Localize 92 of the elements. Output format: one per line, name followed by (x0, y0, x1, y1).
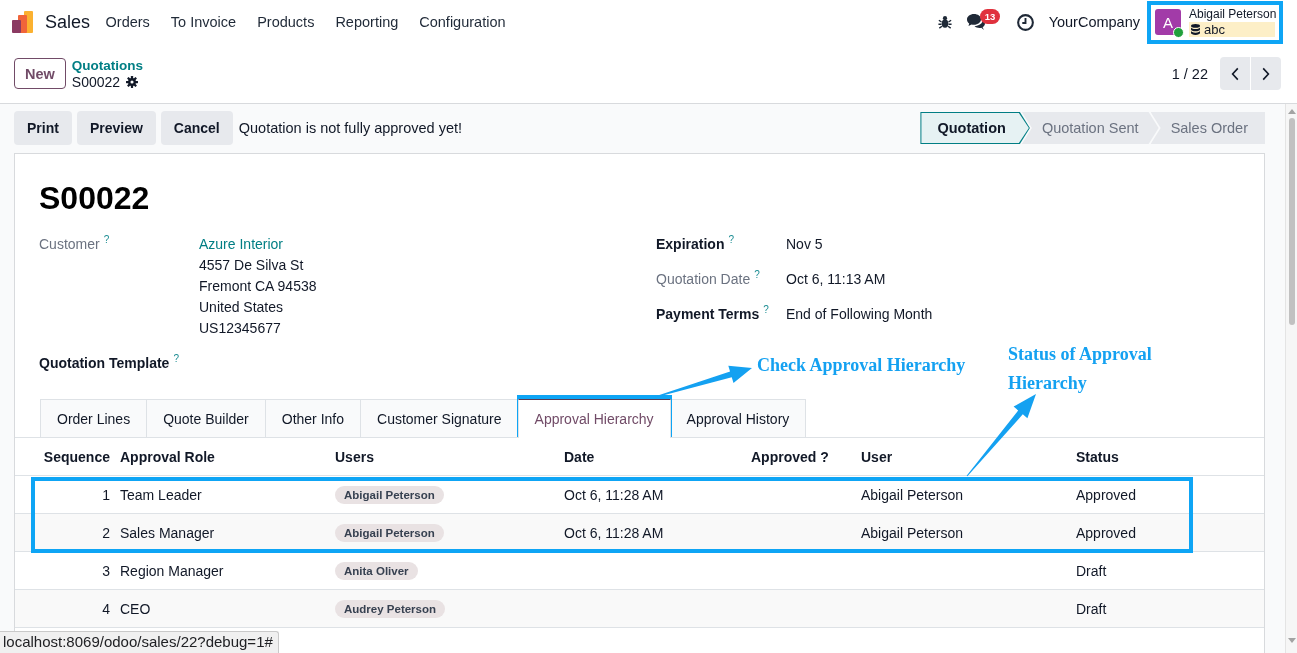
address-line: United States (199, 298, 284, 317)
user-name: Abigail Peterson (1189, 7, 1277, 22)
company-name[interactable]: YourCompany (1048, 14, 1140, 30)
help-mark[interactable]: ? (763, 304, 769, 316)
menu-item[interactable]: Products (246, 14, 325, 30)
tab[interactable]: Other Info (264, 399, 362, 437)
field-value[interactable]: Oct 6, 11:13 AM (786, 269, 886, 290)
database-icon (1191, 24, 1200, 35)
table-row[interactable]: 2 Sales Manager Abigail Peterson Oct 6, 11:28 AM Abigail Peterson Approved (15, 514, 1264, 552)
user-tag: Abigail Peterson (335, 523, 444, 542)
table-cell-text: Team Leader (119, 486, 203, 503)
next-button[interactable] (1251, 57, 1281, 90)
column-header[interactable]: Status (1071, 448, 1264, 465)
address-line: 4557 De Silva St (199, 256, 304, 275)
breadcrumb-link[interactable]: Quotations (71, 57, 144, 74)
user-tag: Anita Oliver (335, 561, 418, 580)
record-title: S00022 (39, 179, 150, 218)
preview-button[interactable]: Preview (76, 111, 156, 145)
status-url: localhost:8069/odoo/sales/22?debug=1# (0, 631, 279, 653)
table-cell-text: Draft (1075, 600, 1108, 617)
table-cell-text: 1 (101, 486, 111, 503)
scrollbar[interactable] (1285, 104, 1297, 653)
table-cell-text: Oct 6, 11:28 AM (563, 524, 665, 541)
tab[interactable]: Customer Signature (360, 399, 519, 437)
table-cell-text: Draft (1075, 562, 1108, 579)
stage-step[interactable]: Quotation Sent (1021, 112, 1159, 144)
new-button[interactable]: New (14, 58, 66, 89)
callout-text: Status of Approval Hierarchy (1008, 343, 1153, 395)
table-cell-text: Approved (1075, 524, 1137, 541)
table-cell-text: 2 (101, 524, 111, 541)
chevron-right-icon (1262, 66, 1270, 81)
user-avatar[interactable]: A (1155, 9, 1181, 35)
print-button[interactable]: Print (14, 111, 72, 145)
table-cell-text: 3 (101, 562, 111, 579)
help-mark[interactable]: ? (728, 234, 735, 246)
chevron-left-icon (1231, 66, 1239, 81)
stage-step[interactable]: Quotation (920, 112, 1030, 144)
column-header[interactable]: Approval Role (115, 448, 330, 465)
menu-item[interactable]: Configuration (408, 14, 516, 30)
user-tag: Abigail Peterson (335, 485, 444, 504)
column-header[interactable]: Date (559, 448, 746, 465)
field-label: Expiration (656, 235, 725, 254)
column-header[interactable]: User (856, 448, 1071, 465)
table-cell-text: Region Manager (119, 562, 225, 579)
bug-icon[interactable] (937, 15, 952, 29)
help-mark[interactable]: ? (103, 234, 110, 246)
help-mark[interactable]: ? (173, 353, 179, 365)
field-value[interactable]: End of Following Month (786, 304, 933, 325)
table-row[interactable]: 4 CEO Audrey Peterson Draft (15, 590, 1264, 628)
field-label: Payment Terms (656, 305, 760, 324)
column-header[interactable]: Approved ? (746, 448, 856, 465)
field-label: Customer (39, 235, 100, 254)
address-line: Fremont CA 94538 (199, 277, 317, 296)
table-cell-text: Sales Manager (119, 524, 216, 541)
message-count-badge: 13 (979, 9, 1001, 24)
field-value[interactable]: Nov 5 (786, 234, 823, 255)
pager-value[interactable]: 1 / 22 (1171, 65, 1208, 82)
table-cell-text: 4 (101, 600, 111, 617)
table-cell-text: CEO (119, 600, 152, 617)
tab[interactable]: Approval History (669, 399, 807, 437)
clock-icon[interactable] (1016, 13, 1034, 31)
callout-text: Check Approval Hierarchy (757, 354, 966, 377)
tab[interactable]: Quote Builder (146, 399, 266, 437)
record-name: S00022 (71, 73, 121, 90)
user-menu[interactable]: A Abigail Peterson abc (1150, 3, 1280, 41)
bars-logo-icon[interactable] (12, 11, 34, 33)
table-cell-text: Abigail Peterson (860, 486, 964, 503)
cancel-button[interactable]: Cancel (160, 111, 233, 145)
help-mark[interactable]: ? (754, 269, 760, 281)
menu-item[interactable]: Reporting (324, 14, 409, 30)
app-name[interactable]: Sales (45, 11, 91, 33)
column-header[interactable]: Users (330, 448, 559, 465)
table-cell-text: Oct 6, 11:28 AM (563, 486, 665, 503)
menu-item[interactable]: To Invoice (160, 14, 247, 30)
table-cell-text: Approved (1075, 486, 1137, 503)
stage-step[interactable]: Sales Order (1150, 112, 1265, 144)
menu-item[interactable]: Orders (95, 14, 161, 30)
previous-button[interactable] (1220, 57, 1250, 90)
field-label: Quotation Date (656, 270, 751, 289)
customer-link[interactable]: Azure Interior (199, 234, 284, 255)
status-message: Quotation is not fully approved yet! (238, 120, 463, 136)
user-tag: Audrey Peterson (335, 599, 446, 618)
tab[interactable]: Approval Hierarchy (517, 399, 671, 438)
address-line: US12345677 (199, 319, 281, 338)
scrollbar-thumb[interactable] (1289, 118, 1295, 325)
gear-icon[interactable] (126, 75, 139, 88)
tab[interactable]: Order Lines (40, 399, 148, 437)
chat-bubbles-icon[interactable] (966, 14, 985, 30)
database-name: abc (1204, 22, 1225, 37)
column-header[interactable]: Sequence (15, 448, 115, 465)
table-cell-text: Abigail Peterson (860, 524, 964, 541)
field-label: Quotation Template (39, 354, 170, 373)
